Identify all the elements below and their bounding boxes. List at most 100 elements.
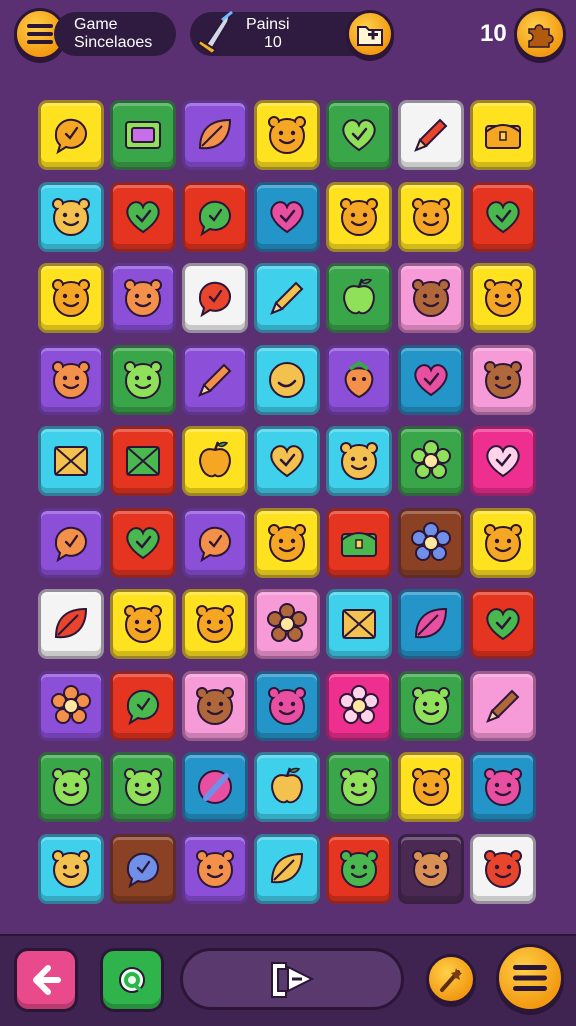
board-tile[interactable] (182, 670, 248, 741)
shuffle-icon (271, 962, 315, 998)
folder-icon (125, 121, 161, 149)
board-tile[interactable] (38, 344, 104, 415)
board-tile[interactable] (38, 100, 104, 170)
board-tile[interactable] (326, 589, 392, 659)
board-tile[interactable] (110, 426, 176, 496)
face-icon (484, 279, 522, 317)
board-tile[interactable] (470, 670, 536, 741)
board-tile[interactable] (470, 344, 536, 415)
board-tile[interactable] (470, 507, 536, 578)
board-tile[interactable] (254, 263, 320, 333)
board-tile[interactable] (398, 589, 464, 659)
board-tile[interactable] (470, 263, 536, 333)
board-tile[interactable] (254, 344, 320, 415)
board-tile[interactable] (254, 752, 320, 822)
board-tile[interactable] (326, 100, 392, 170)
board-tile[interactable] (110, 833, 176, 904)
board-tile[interactable] (398, 752, 464, 822)
flower-icon (411, 440, 451, 479)
back-button[interactable] (14, 948, 78, 1012)
board-tile[interactable] (182, 589, 248, 659)
heart-icon (486, 200, 520, 233)
face-icon (484, 768, 522, 806)
apple-icon (343, 278, 375, 315)
board-tile[interactable] (254, 589, 320, 659)
board-tile[interactable] (38, 426, 104, 496)
board-tile[interactable] (470, 752, 536, 822)
face-icon (412, 686, 450, 725)
board-tile[interactable] (398, 344, 464, 415)
board-tile[interactable] (398, 833, 464, 904)
board-tile[interactable] (110, 507, 176, 578)
face-icon (412, 279, 450, 317)
board-tile[interactable] (182, 752, 248, 822)
leaf-icon (270, 852, 304, 883)
board-tile[interactable] (182, 833, 248, 904)
board-tile[interactable] (326, 181, 392, 252)
face-icon (52, 197, 90, 236)
pencil-icon (486, 689, 520, 723)
board-tile[interactable] (470, 589, 536, 659)
board-tile[interactable] (326, 426, 392, 496)
board-tile[interactable] (470, 426, 536, 496)
board-tile[interactable] (326, 752, 392, 822)
board-tile[interactable] (110, 670, 176, 741)
flower-icon (267, 603, 307, 642)
board-tile[interactable] (398, 426, 464, 496)
refresh-button[interactable] (100, 948, 164, 1012)
face-icon (412, 849, 450, 888)
board-tile[interactable] (470, 100, 536, 170)
magic-wand-button[interactable] (426, 954, 476, 1004)
board-tile[interactable] (470, 181, 536, 252)
shuffle-button[interactable] (180, 948, 404, 1010)
apple-icon (199, 441, 231, 478)
board-tile[interactable] (182, 507, 248, 578)
face-icon (340, 849, 378, 888)
board-tile[interactable] (182, 344, 248, 415)
board-tile[interactable] (182, 100, 248, 170)
bubble-icon (54, 118, 87, 155)
board-tile[interactable] (38, 833, 104, 904)
board-tile[interactable] (38, 752, 104, 822)
list-menu-button[interactable] (496, 944, 564, 1012)
board-tile[interactable] (326, 344, 392, 415)
board-tile[interactable] (254, 181, 320, 252)
board-tile[interactable] (470, 833, 536, 904)
board-tile[interactable] (110, 181, 176, 252)
board-tile[interactable] (110, 100, 176, 170)
board-tile[interactable] (38, 589, 104, 659)
board-tile[interactable] (110, 263, 176, 333)
board-tile[interactable] (182, 263, 248, 333)
heart-icon (126, 526, 160, 559)
board-tile[interactable] (110, 752, 176, 822)
pencil-icon (414, 118, 448, 152)
board-tile[interactable] (398, 263, 464, 333)
heart-icon (414, 363, 448, 396)
board-tile[interactable] (326, 670, 392, 741)
heart-icon (270, 200, 304, 233)
board-tile[interactable] (254, 426, 320, 496)
face-icon (52, 768, 90, 806)
board-tile[interactable] (326, 507, 392, 578)
box-icon (126, 446, 160, 476)
board-tile[interactable] (38, 181, 104, 252)
board-tile[interactable] (254, 100, 320, 170)
board-tile[interactable] (398, 670, 464, 741)
board-tile[interactable] (110, 344, 176, 415)
board-tile[interactable] (38, 263, 104, 333)
board-tile[interactable] (326, 833, 392, 904)
board-tile[interactable] (398, 507, 464, 578)
board-tile[interactable] (398, 100, 464, 170)
board-tile[interactable] (254, 670, 320, 741)
board-tile[interactable] (182, 426, 248, 496)
board-tile[interactable] (254, 507, 320, 578)
face-icon (484, 523, 522, 562)
board-tile[interactable] (398, 181, 464, 252)
board-tile[interactable] (38, 670, 104, 741)
bubble-icon (126, 689, 159, 725)
board-tile[interactable] (326, 263, 392, 333)
board-tile[interactable] (110, 589, 176, 659)
board-tile[interactable] (182, 181, 248, 252)
board-tile[interactable] (38, 507, 104, 578)
board-tile[interactable] (254, 833, 320, 904)
